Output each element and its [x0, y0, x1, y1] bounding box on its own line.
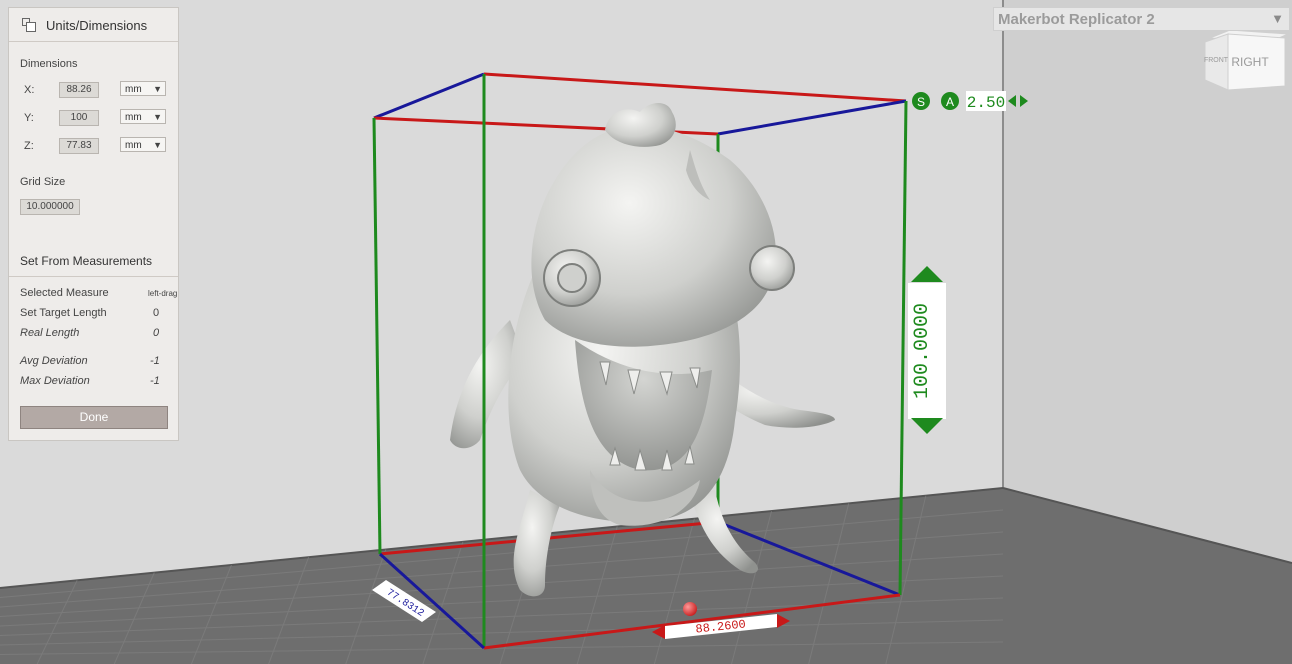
- svg-text:2.50: 2.50: [967, 94, 1005, 112]
- y-unit-select[interactable]: mm ▼: [120, 109, 166, 124]
- view-cube[interactable]: RIGHT FRONT: [1204, 29, 1289, 91]
- y-dimension-input[interactable]: 100: [59, 110, 99, 126]
- real-length-value: 0: [153, 327, 160, 339]
- y-axis-label: Y:: [24, 112, 34, 124]
- x-unit-select[interactable]: mm ▼: [120, 81, 166, 96]
- chevron-down-icon: ▼: [153, 84, 162, 94]
- set-from-measurements-header: Set From Measurements: [9, 248, 178, 277]
- origin-marker[interactable]: [683, 602, 697, 616]
- panel-header: Units/Dimensions: [9, 8, 178, 42]
- y-unit-value: mm: [125, 112, 142, 123]
- units-dimensions-panel: Units/Dimensions Dimensions X: 88.26 mm ▼…: [8, 7, 179, 441]
- set-target-length-value[interactable]: 0: [153, 307, 159, 319]
- svg-text:A: A: [946, 95, 954, 109]
- height-dimension-label[interactable]: 100.0000: [908, 266, 946, 434]
- chevron-down-icon: ▼: [153, 140, 162, 150]
- triangle-down-icon[interactable]: ▼: [1271, 11, 1284, 26]
- real-length-label: Real Length: [20, 327, 80, 339]
- z-unit-value: mm: [125, 140, 142, 151]
- x-dimension-input[interactable]: 88.26: [59, 82, 99, 98]
- panel-title: Units/Dimensions: [46, 18, 148, 33]
- 3d-viewport[interactable]: 88.2600 77.8312 100.0000 S A 2.50 RIGHT …: [0, 0, 1292, 664]
- x-axis-label: X:: [24, 84, 35, 96]
- x-unit-value: mm: [125, 84, 142, 95]
- z-axis-label: Z:: [24, 140, 34, 152]
- printer-selector[interactable]: Makerbot Replicator 2 ▼: [993, 7, 1290, 31]
- units-icon: [22, 18, 36, 32]
- printer-name: Makerbot Replicator 2: [998, 11, 1155, 28]
- z-dimension-input[interactable]: 77.83: [59, 138, 99, 154]
- grid-size-label: Grid Size: [20, 176, 66, 188]
- z-unit-select[interactable]: mm ▼: [120, 137, 166, 152]
- set-from-measurements-label: Set From Measurements: [20, 254, 153, 268]
- svg-text:RIGHT: RIGHT: [1231, 55, 1269, 69]
- avg-deviation-label: Avg Deviation: [20, 355, 88, 367]
- dimensions-label: Dimensions: [20, 58, 78, 70]
- svg-text:S: S: [917, 95, 925, 109]
- selected-measure-label: Selected Measure: [20, 287, 109, 299]
- max-deviation-value: -1: [150, 375, 160, 387]
- done-button[interactable]: Done: [20, 406, 168, 429]
- chevron-down-icon: ▼: [153, 112, 162, 122]
- svg-text:100.0000: 100.0000: [911, 303, 934, 399]
- grid-size-input[interactable]: 10.000000: [20, 199, 80, 215]
- avg-deviation-value: -1: [150, 355, 160, 367]
- selected-measure-value: left-drag: [148, 289, 178, 298]
- max-deviation-label: Max Deviation: [20, 375, 90, 387]
- svg-text:FRONT: FRONT: [1204, 57, 1229, 64]
- set-target-length-label: Set Target Length: [20, 307, 107, 319]
